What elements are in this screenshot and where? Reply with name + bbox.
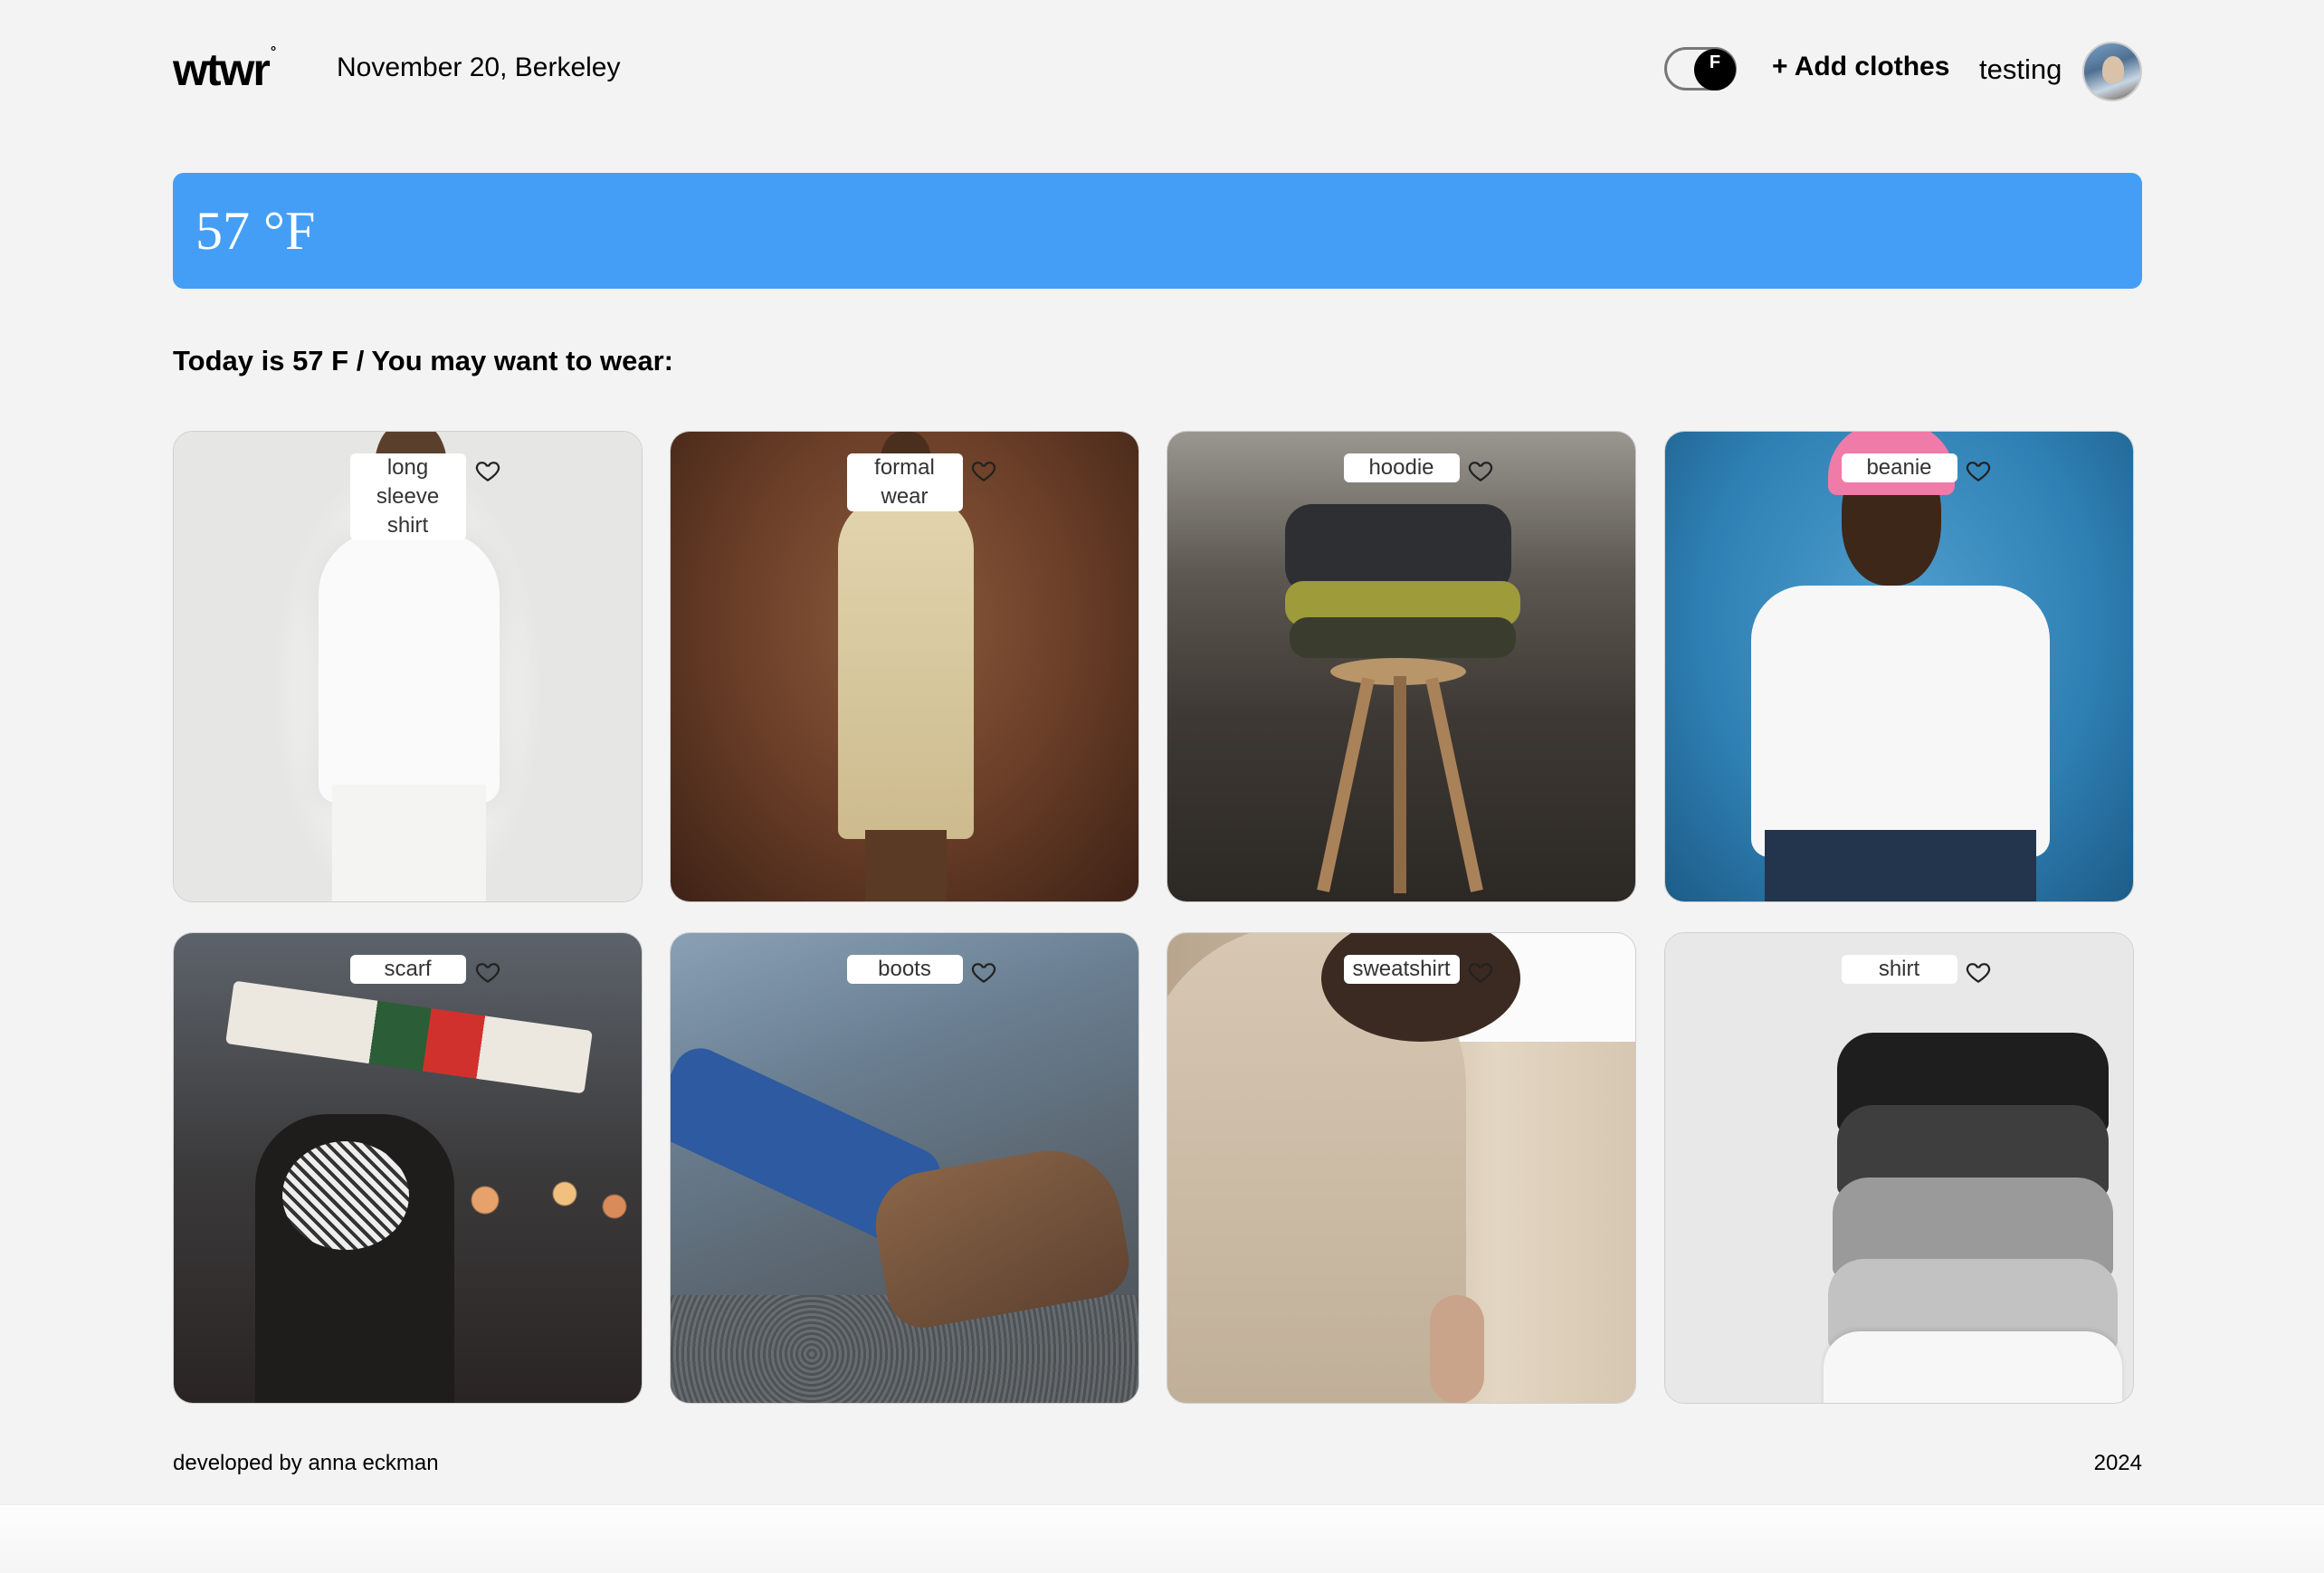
heart-outline-icon[interactable] <box>1965 958 1992 986</box>
item-image <box>1167 432 1635 901</box>
clothing-card[interactable]: beanie <box>1664 431 2134 902</box>
item-image <box>671 933 1138 1403</box>
item-label: shirt <box>1841 955 1957 984</box>
add-clothes-button[interactable]: + Add clothes <box>1772 53 1949 81</box>
toggle-knob: F <box>1694 49 1736 91</box>
logo[interactable]: wtwr ° <box>173 44 277 93</box>
heart-outline-icon[interactable] <box>1965 457 1992 484</box>
footer-year: 2024 <box>2093 1451 2142 1475</box>
clothing-card[interactable]: formal wear <box>670 431 1139 902</box>
item-image <box>1167 933 1635 1403</box>
temperature-unit-toggle[interactable]: F <box>1664 47 1737 91</box>
clothing-card[interactable]: hoodie <box>1167 431 1636 902</box>
clothing-card[interactable]: boots <box>670 932 1139 1404</box>
heart-outline-icon[interactable] <box>970 958 997 986</box>
heart-outline-icon[interactable] <box>474 958 501 986</box>
item-image <box>1665 432 2133 901</box>
heart-outline-icon[interactable] <box>1467 958 1494 986</box>
item-label: sweatshirt <box>1343 955 1460 984</box>
suggestion-text: Today is 57 F / You may want to wear: <box>173 345 673 377</box>
item-label: scarf <box>349 955 466 984</box>
item-image <box>1665 933 2133 1403</box>
item-label: boots <box>846 955 963 984</box>
item-label: beanie <box>1841 453 1957 482</box>
header: wtwr ° November 20, Berkeley F + Add clot… <box>173 42 2142 101</box>
page-bottom-strip <box>0 1504 2324 1573</box>
heart-outline-icon[interactable] <box>970 457 997 484</box>
username[interactable]: testing <box>1979 55 2062 83</box>
weather-temperature: 57 °F <box>195 201 316 261</box>
logo-degree-mark: ° <box>270 44 277 60</box>
item-label: hoodie <box>1343 453 1460 482</box>
clothing-card[interactable]: shirt <box>1664 932 2134 1404</box>
clothing-card[interactable]: sweatshirt <box>1167 932 1636 1404</box>
item-label: formal wear <box>846 453 963 511</box>
footer-credit: developed by anna eckman <box>173 1451 439 1475</box>
clothing-card[interactable]: scarf <box>173 932 643 1404</box>
item-image <box>174 933 642 1403</box>
avatar[interactable] <box>2082 42 2142 101</box>
weather-card: 57 °F <box>173 173 2142 289</box>
clothing-card[interactable]: long sleeve shirt <box>173 431 643 902</box>
heart-outline-icon[interactable] <box>1467 457 1494 484</box>
date-location: November 20, Berkeley <box>337 52 621 82</box>
item-label: long sleeve shirt <box>349 453 466 540</box>
heart-outline-icon[interactable] <box>474 457 501 484</box>
